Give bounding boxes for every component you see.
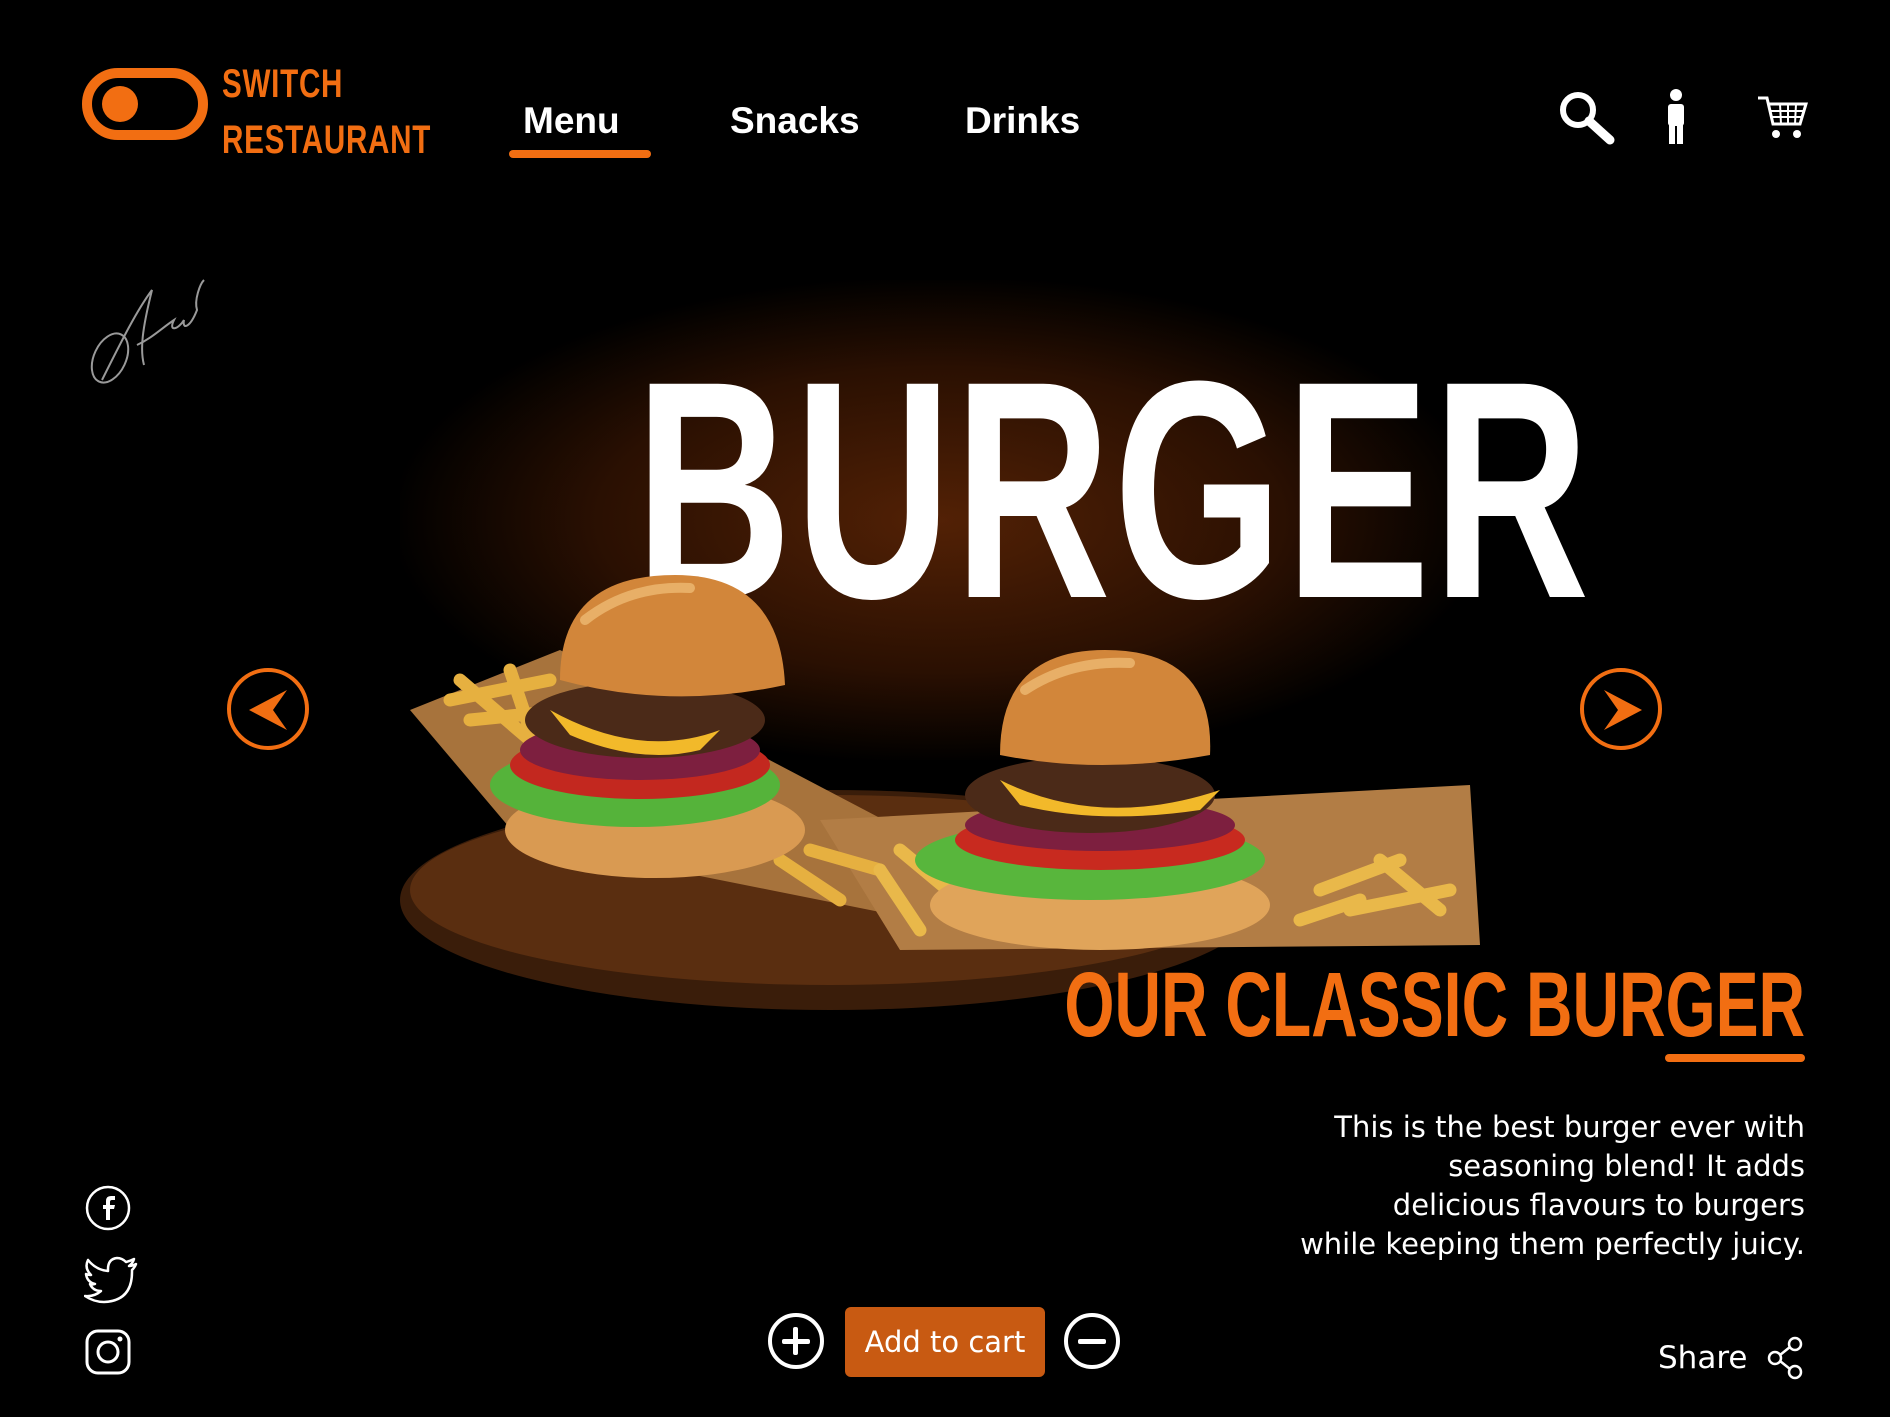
user-icon[interactable] (1662, 88, 1690, 148)
share-label: Share (1658, 1340, 1748, 1376)
add-to-cart-button[interactable]: Add to cart (845, 1307, 1045, 1377)
facebook-icon (85, 1185, 131, 1231)
brand-name-line2: RESTAURANT (222, 118, 432, 162)
toggle-knob (102, 86, 138, 122)
restaurant-page: SWITCH RESTAURANT Menu Snacks Drinks BUR… (0, 0, 1890, 1417)
description-line: delicious flavours to burgers (1392, 1188, 1805, 1222)
twitter-icon (83, 1256, 138, 1304)
twitter-link[interactable] (83, 1256, 140, 1308)
instagram-link[interactable] (84, 1328, 132, 1380)
nav-item-label: Drinks (965, 100, 1081, 141)
instagram-icon (85, 1329, 131, 1375)
share-button[interactable]: Share (1658, 1336, 1805, 1380)
facebook-link[interactable] (84, 1184, 132, 1236)
product-description: This is the best burger ever with season… (1165, 1108, 1805, 1264)
description-line: while keeping them perfectly juicy. (1300, 1227, 1805, 1261)
active-tab-indicator (509, 150, 651, 158)
nav-item-label: Snacks (730, 100, 860, 141)
search-icon[interactable] (1556, 88, 1616, 148)
next-slide-button[interactable] (1580, 668, 1662, 750)
increase-quantity-button[interactable] (768, 1313, 824, 1369)
nav-item-label: Menu (523, 100, 620, 141)
brand-name-line1: SWITCH (222, 62, 344, 106)
brand-logo[interactable]: SWITCH RESTAURANT (82, 56, 430, 166)
cart-icon[interactable] (1756, 94, 1809, 146)
brand-name: SWITCH RESTAURANT (222, 56, 431, 168)
description-line: This is the best burger ever with (1334, 1110, 1805, 1144)
share-icon (1768, 1336, 1803, 1380)
signature-logo (82, 270, 212, 400)
description-line: seasoning blend! It adds (1448, 1149, 1805, 1183)
nav-item-drinks[interactable]: Drinks (965, 100, 1080, 142)
toggle-switch-icon (82, 68, 208, 140)
nav-item-snacks[interactable]: Snacks (730, 100, 860, 142)
prev-slide-button[interactable] (227, 668, 309, 750)
nav-item-menu[interactable]: Menu (509, 100, 651, 158)
product-title: OUR CLASSIC BURGER (1064, 954, 1805, 1056)
decrease-quantity-button[interactable] (1064, 1313, 1120, 1369)
chevron-right-icon (1604, 690, 1642, 730)
product-title-underline (1665, 1054, 1805, 1062)
chevron-left-icon (249, 690, 287, 730)
